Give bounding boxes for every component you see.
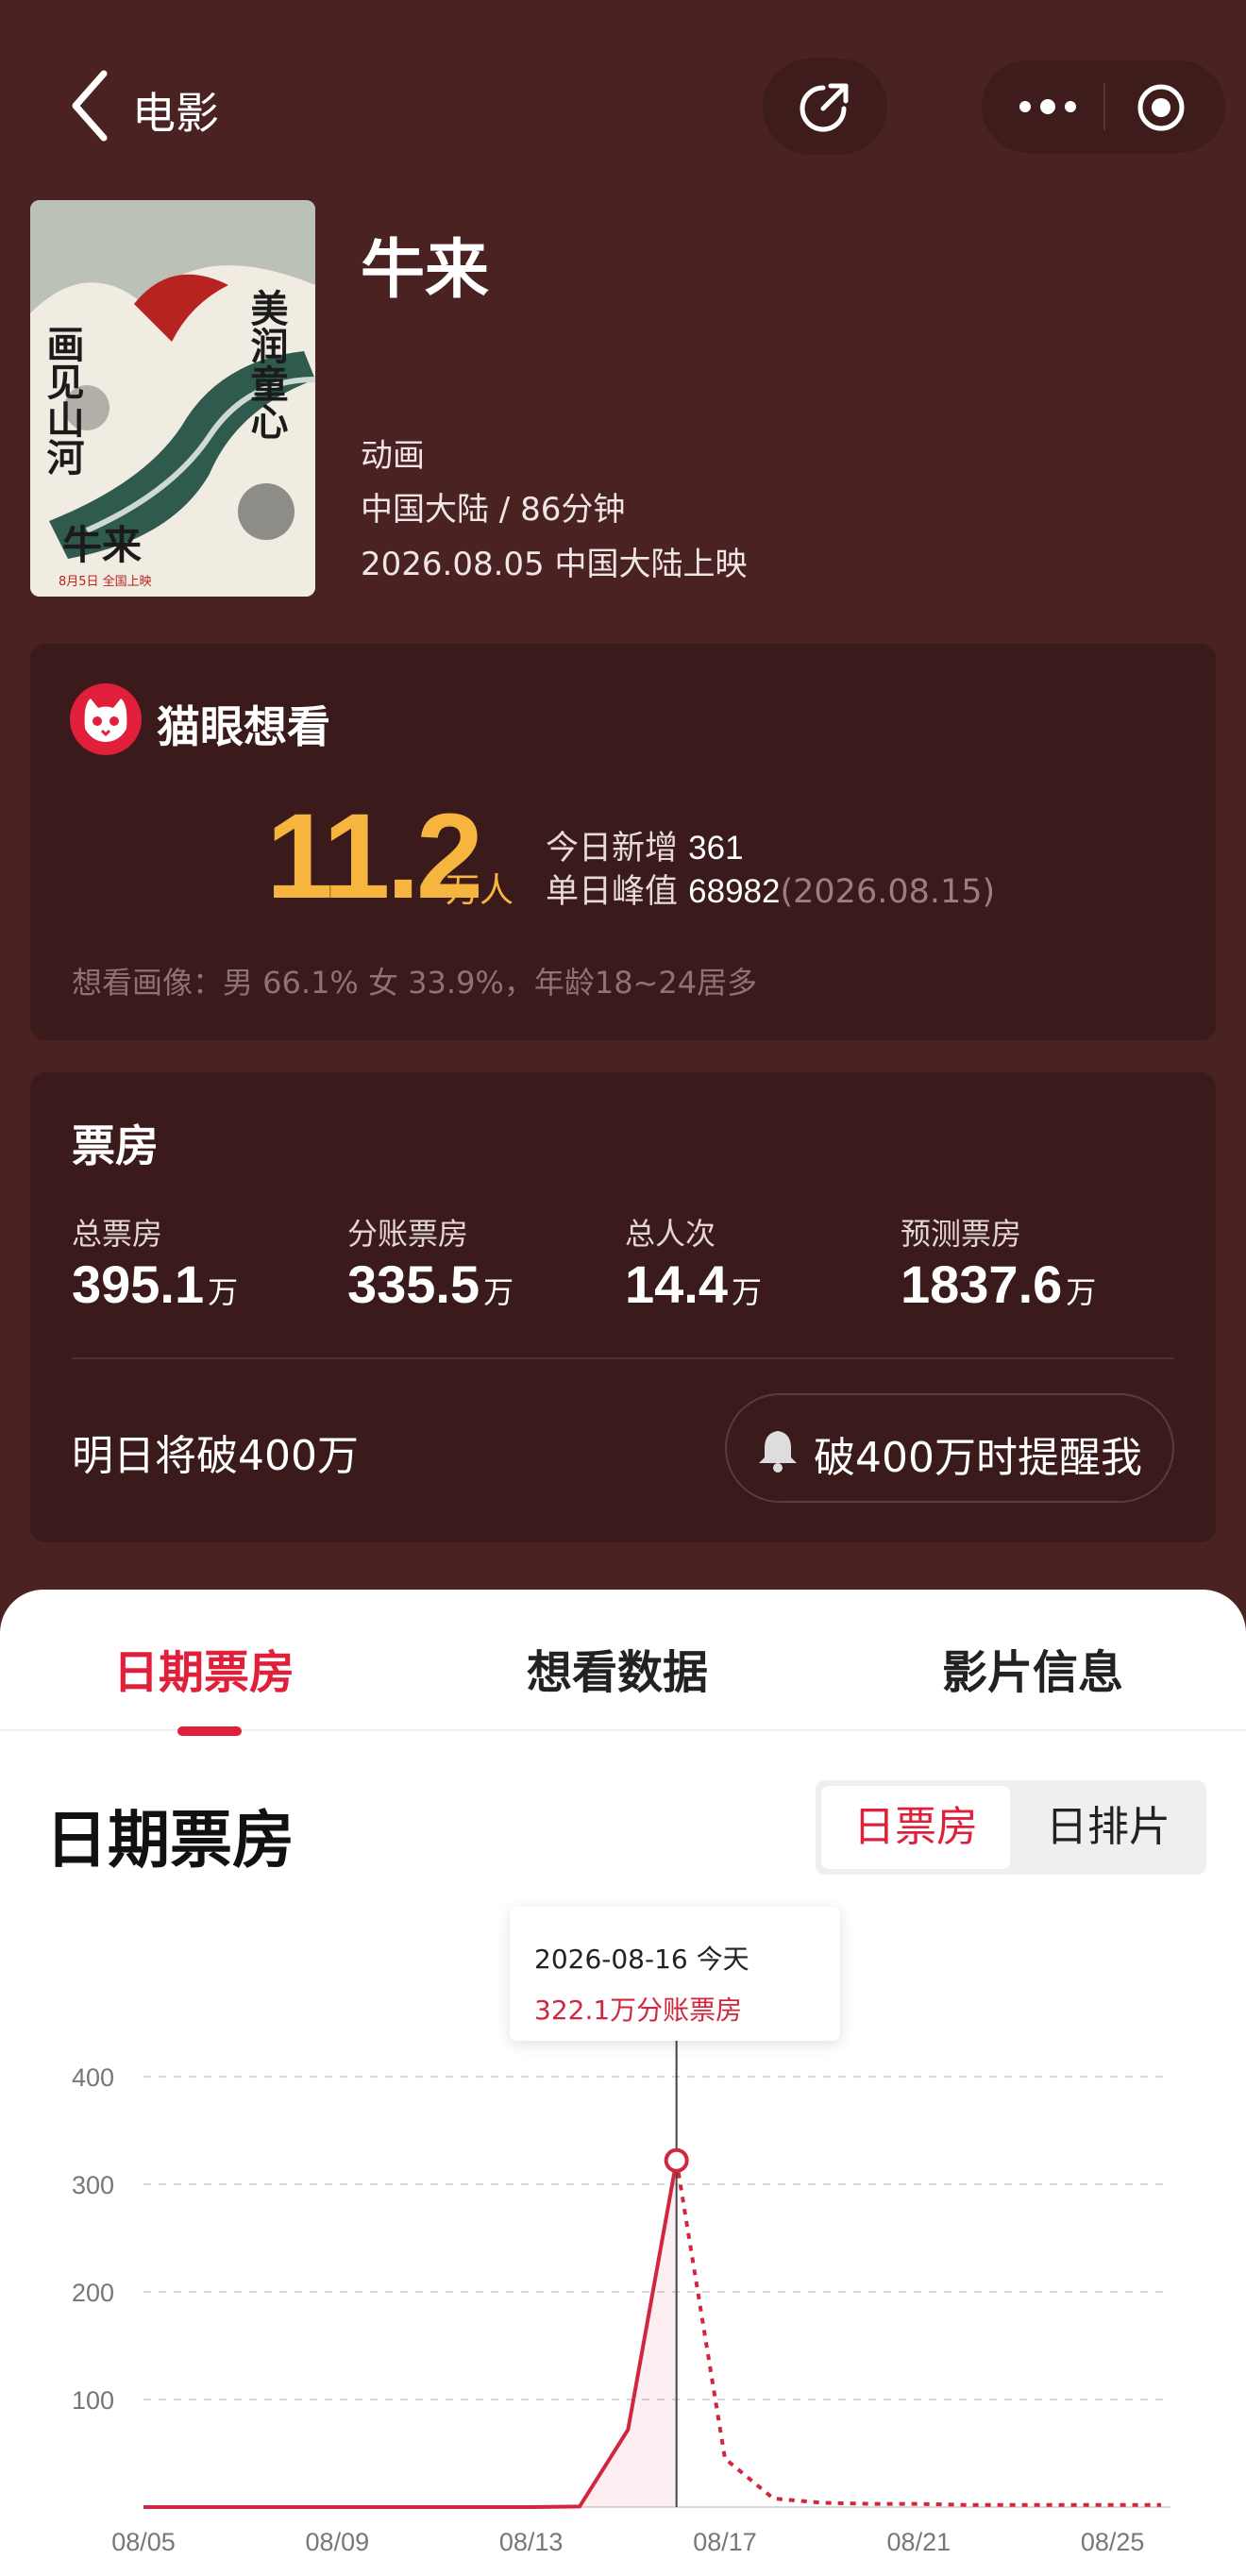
stat-forecast-box-office: 预测票房 1837.6 万 [901, 1210, 1096, 1315]
toggle-daily-box-office[interactable]: 日票房 [821, 1786, 1010, 1869]
stat-total-box-office: 总票房 395.1 万 [72, 1210, 238, 1315]
y-tick-label: 200 [72, 2279, 114, 2307]
maoyan-cat-icon [70, 683, 142, 755]
poster-title-text: 牛来 [62, 522, 142, 568]
movie-genre: 动画 [361, 437, 425, 475]
want-peak-value: 68982 [688, 873, 781, 910]
want-to-see-card[interactable]: 猫眼想看 11.2 万人 今日新增 361 单日峰值 68982(2026.08… [30, 644, 1216, 1040]
poster-image: 画见山河 美润童心 牛来 8月5日 全国上映 [30, 200, 315, 597]
y-tick-label: 400 [72, 2063, 114, 2092]
stat-value: 1837.6 [901, 1254, 1063, 1314]
tab-want-data[interactable]: 想看数据 [527, 1635, 708, 1701]
stat-label: 分账票房 [347, 1216, 469, 1252]
movie-poster[interactable]: 画见山河 美润童心 牛来 8月5日 全国上映 [30, 200, 315, 597]
x-tick-label: 08/13 [499, 2528, 564, 2556]
x-tick-label: 08/17 [693, 2528, 757, 2556]
chart-tooltip: 2026-08-16 今天 322.1万分账票房 [510, 1907, 840, 2041]
series-line-forecast [674, 2160, 1161, 2507]
box-office-card: 票房 总票房 395.1 万 分账票房 335.5 万 总人次 14.4 万 预测票房… [30, 1072, 1216, 1542]
target-icon[interactable] [1135, 81, 1187, 134]
want-today-stat: 今日新增 361 [546, 821, 744, 869]
want-peak-label: 单日峰值 [546, 873, 679, 911]
x-tick-label: 08/09 [306, 2528, 370, 2556]
bell-icon [759, 1431, 797, 1473]
movie-region-duration: 中国大陆 / 86分钟 [361, 491, 626, 529]
stat-unit: 万 [483, 1274, 514, 1310]
y-tick-label: 100 [72, 2386, 114, 2415]
toggle-daily-screenings[interactable]: 日排片 [1014, 1786, 1203, 1869]
series-line-actual [143, 2160, 679, 2509]
want-today-label: 今日新增 [546, 830, 679, 867]
stat-value: 14.4 [625, 1254, 728, 1314]
stat-unit: 万 [732, 1274, 763, 1310]
stat-label: 总票房 [72, 1216, 163, 1252]
movie-title: 牛来 [361, 233, 490, 308]
tab-movie-info[interactable]: 影片信息 [942, 1635, 1123, 1701]
box-office-title: 票房 [72, 1120, 159, 1171]
stat-label: 总人次 [625, 1216, 716, 1252]
want-brand-title: 猫眼想看 [157, 701, 330, 752]
stat-unit: 万 [1066, 1274, 1097, 1310]
share-icon [800, 83, 849, 132]
tooltip-date: 2026-08-16 今天 [534, 1944, 749, 1975]
x-tick-label: 08/21 [887, 2528, 951, 2556]
page-title: 电影 [132, 88, 219, 139]
poster-date-text: 8月5日 全国上映 [59, 574, 152, 589]
tomorrow-forecast-text: 明日将破400万 [72, 1432, 359, 1480]
stat-value: 395.1 [72, 1254, 205, 1314]
remind-me-label: 破400万时提醒我 [814, 1434, 1142, 1482]
highlight-point [664, 2147, 689, 2173]
stat-label: 预测票房 [901, 1216, 1022, 1252]
chart-mode-toggle: 日票房 日排片 [816, 1780, 1206, 1875]
more-dots-icon[interactable] [1016, 89, 1080, 125]
stat-split-box-office: 分账票房 335.5 万 [347, 1210, 514, 1315]
poster-text-left: 画见山河 [41, 325, 85, 476]
remind-me-button[interactable]: 破400万时提醒我 [725, 1393, 1174, 1503]
stat-value: 335.5 [347, 1254, 480, 1314]
tooltip-value: 322.1万分账票房 [534, 1995, 743, 2026]
want-count-unit: 万人 [446, 871, 514, 910]
poster-text-right: 美润童心 [244, 289, 289, 440]
movie-release-date: 2026.08.05 中国大陆上映 [361, 546, 748, 583]
want-peak-stat: 单日峰值 68982(2026.08.15) [546, 865, 995, 913]
series-area [143, 2160, 677, 2507]
want-peak-date: (2026.08.15) [780, 873, 996, 911]
y-tick-label: 300 [72, 2171, 114, 2199]
mini-program-capsule [982, 60, 1225, 153]
section-title: 日期票房 [45, 1804, 295, 1877]
capsule-divider [1103, 83, 1105, 130]
chevron-left-icon[interactable] [66, 68, 115, 143]
active-tab-indicator [177, 1726, 242, 1736]
share-button[interactable] [763, 59, 887, 155]
tab-daily-box-office[interactable]: 日期票房 [113, 1635, 295, 1701]
want-today-value: 361 [688, 830, 744, 867]
box-office-divider [72, 1357, 1174, 1359]
stat-unit: 万 [208, 1274, 239, 1310]
x-tick-label: 08/25 [1081, 2528, 1145, 2556]
stat-total-admissions: 总人次 14.4 万 [625, 1210, 762, 1315]
want-portrait: 想看画像：男 66.1% 女 33.9%，年龄18~24居多 [72, 965, 758, 1001]
x-tick-label: 08/05 [111, 2528, 176, 2556]
